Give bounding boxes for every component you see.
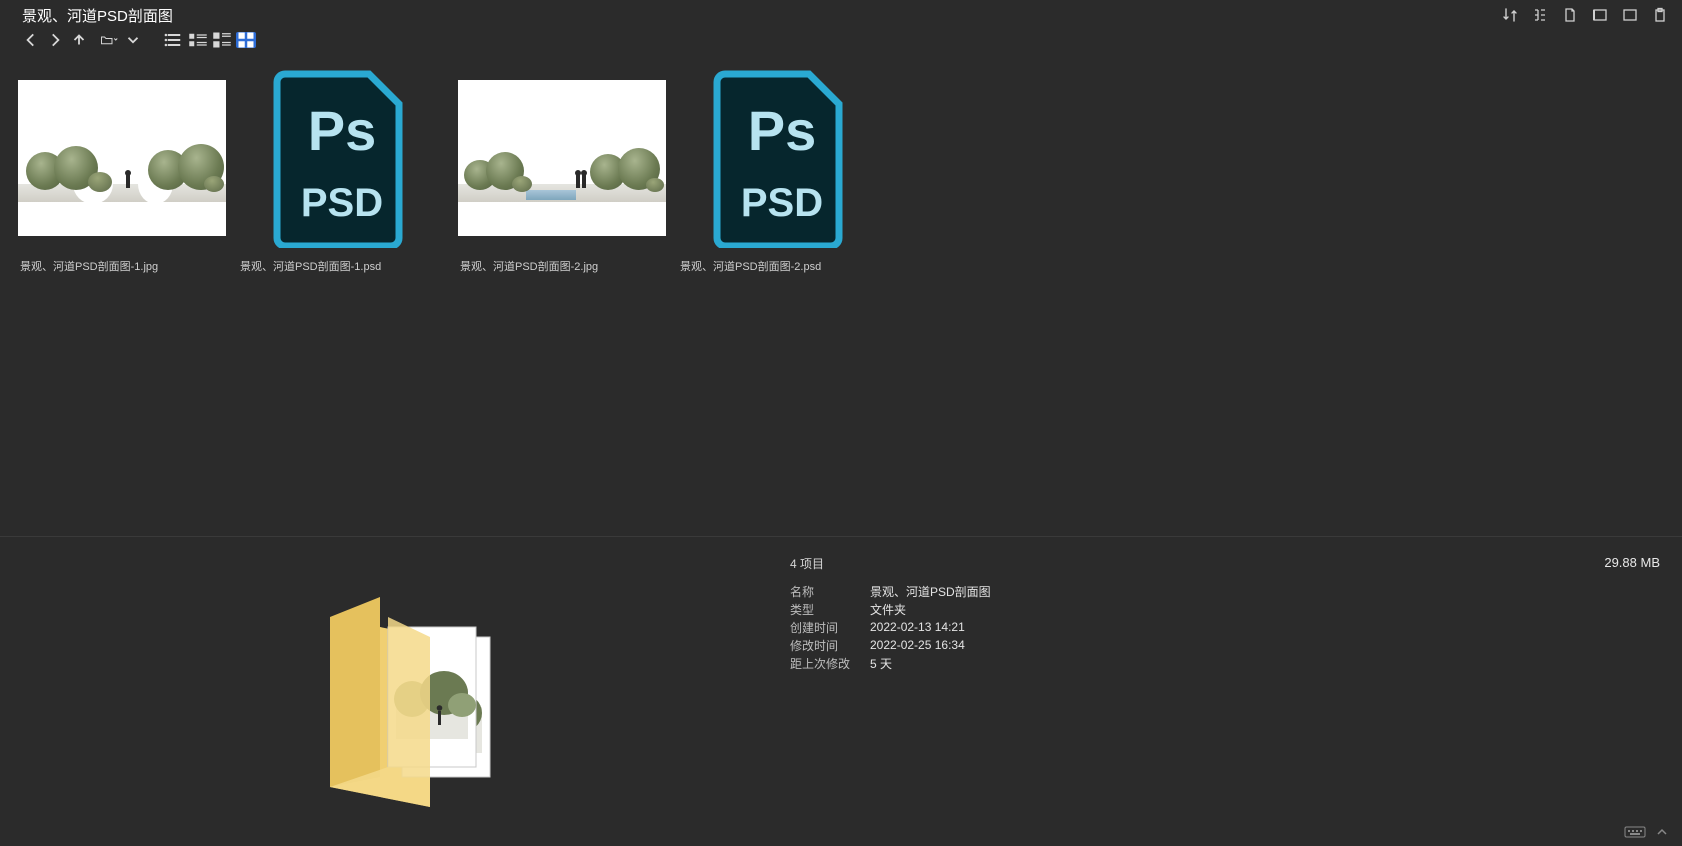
back-button[interactable] (22, 31, 40, 49)
file-item[interactable]: 景观、河道PSD剖面图-2.jpg (458, 66, 668, 278)
clipboard-icon[interactable] (1652, 7, 1668, 23)
panel-icon[interactable] (1592, 7, 1608, 23)
view-thumbnails-button[interactable] (236, 32, 256, 48)
psd-label-bottom: PSD (741, 181, 823, 225)
file-item[interactable]: Ps PSD 景观、河道PSD剖面图-2.psd (678, 66, 888, 278)
file-name-label: 景观、河道PSD剖面图-1.psd (238, 250, 448, 278)
file-thumbnail (458, 66, 666, 250)
file-thumbnail: Ps PSD (678, 66, 886, 250)
prop-created-label: 创建时间 (790, 619, 870, 636)
file-item[interactable]: 景观、河道PSD剖面图-1.jpg (18, 66, 228, 278)
tree-icon[interactable] (1532, 7, 1548, 23)
prop-since-label: 距上次修改 (790, 655, 870, 672)
total-size: 29.88 MB (1604, 555, 1660, 570)
collapse-icon[interactable] (1654, 824, 1670, 840)
psd-label-top: Ps (308, 99, 377, 162)
folder-preview-icon (310, 577, 530, 817)
keyboard-icon[interactable] (1624, 824, 1646, 840)
view-content-button[interactable] (212, 32, 232, 48)
folder-dropdown-button[interactable] (100, 31, 118, 49)
header-actions (1502, 7, 1668, 23)
file-name-label: 景观、河道PSD剖面图-2.psd (678, 250, 888, 278)
item-count: 4 项目 (790, 555, 991, 572)
psd-label-top: Ps (748, 99, 817, 162)
prop-name-value: 景观、河道PSD剖面图 (870, 583, 991, 600)
file-item[interactable]: Ps PSD 景观、河道PSD剖面图-1.psd (238, 66, 448, 278)
page-title: 景观、河道PSD剖面图 (22, 5, 173, 26)
details-pane: 4 项目 名称景观、河道PSD剖面图 类型文件夹 创建时间2022-02-13 … (0, 536, 1682, 846)
psd-label-bottom: PSD (301, 181, 383, 225)
corner-bar (1624, 824, 1670, 840)
view-list-button[interactable] (164, 32, 184, 48)
toolbar (0, 28, 1682, 56)
view-mode-group (164, 32, 256, 48)
forward-button[interactable] (46, 31, 64, 49)
history-dropdown-button[interactable] (124, 31, 142, 49)
file-name-label: 景观、河道PSD剖面图-2.jpg (458, 250, 668, 278)
file-name-label: 景观、河道PSD剖面图-1.jpg (18, 250, 228, 278)
file-grid: 景观、河道PSD剖面图-1.jpg Ps PSD 景观、河道PSD剖面图-1.p… (0, 56, 1682, 536)
window-icon[interactable] (1622, 7, 1638, 23)
prop-name-label: 名称 (790, 583, 870, 600)
prop-since-value: 5 天 (870, 655, 892, 672)
prop-modified-value: 2022-02-25 16:34 (870, 638, 965, 652)
prop-created-value: 2022-02-13 14:21 (870, 620, 965, 634)
prop-modified-label: 修改时间 (790, 637, 870, 654)
sort-icon[interactable] (1502, 7, 1518, 23)
file-thumbnail: Ps PSD (238, 66, 446, 250)
header-row: 景观、河道PSD剖面图 (0, 0, 1682, 28)
view-details-button[interactable] (188, 32, 208, 48)
info-block: 4 项目 名称景观、河道PSD剖面图 类型文件夹 创建时间2022-02-13 … (790, 555, 991, 672)
prop-type-value: 文件夹 (870, 601, 906, 618)
file-thumbnail (18, 66, 226, 250)
up-button[interactable] (70, 31, 88, 49)
prop-type-label: 类型 (790, 601, 870, 618)
file-icon[interactable] (1562, 7, 1578, 23)
